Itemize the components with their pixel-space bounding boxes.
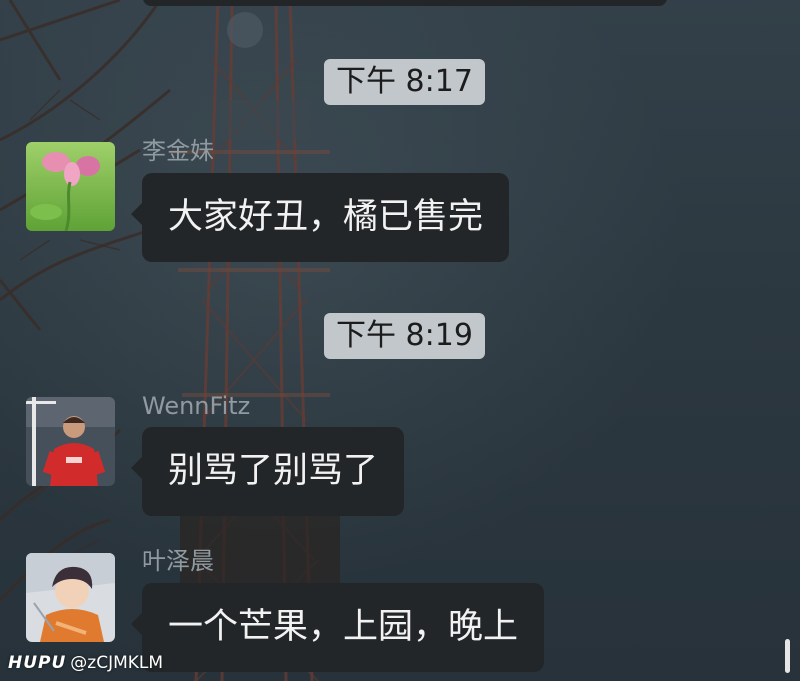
hupu-logo: HUPU <box>8 653 67 673</box>
avatar[interactable] <box>26 397 115 486</box>
message-bubble[interactable]: 别骂了别骂了 <box>130 427 405 516</box>
sender-name: WennFitz <box>142 392 251 420</box>
message-bubble[interactable]: 一个芒果，上园，晚上 <box>130 583 545 672</box>
avatar[interactable] <box>26 142 115 231</box>
watermark-handle: @zCJMKLM <box>70 653 164 673</box>
avatar[interactable] <box>26 553 115 642</box>
message-bubble[interactable]: 大家好丑，橘已售完 <box>130 173 510 262</box>
previous-message-bubble[interactable] <box>143 0 667 6</box>
sender-name: 李金妹 <box>142 137 214 165</box>
sender-name: 叶泽晨 <box>142 547 214 575</box>
timestamp-pill: 下午 8:17 <box>324 59 485 105</box>
flower-avatar-icon <box>26 142 115 231</box>
scrollbar[interactable] <box>785 639 790 673</box>
footballer-avatar-icon <box>26 397 115 486</box>
watermark: HUPU @zCJMKLM <box>8 653 163 673</box>
timestamp-pill: 下午 8:19 <box>324 313 485 359</box>
anime-avatar-icon <box>26 553 115 642</box>
